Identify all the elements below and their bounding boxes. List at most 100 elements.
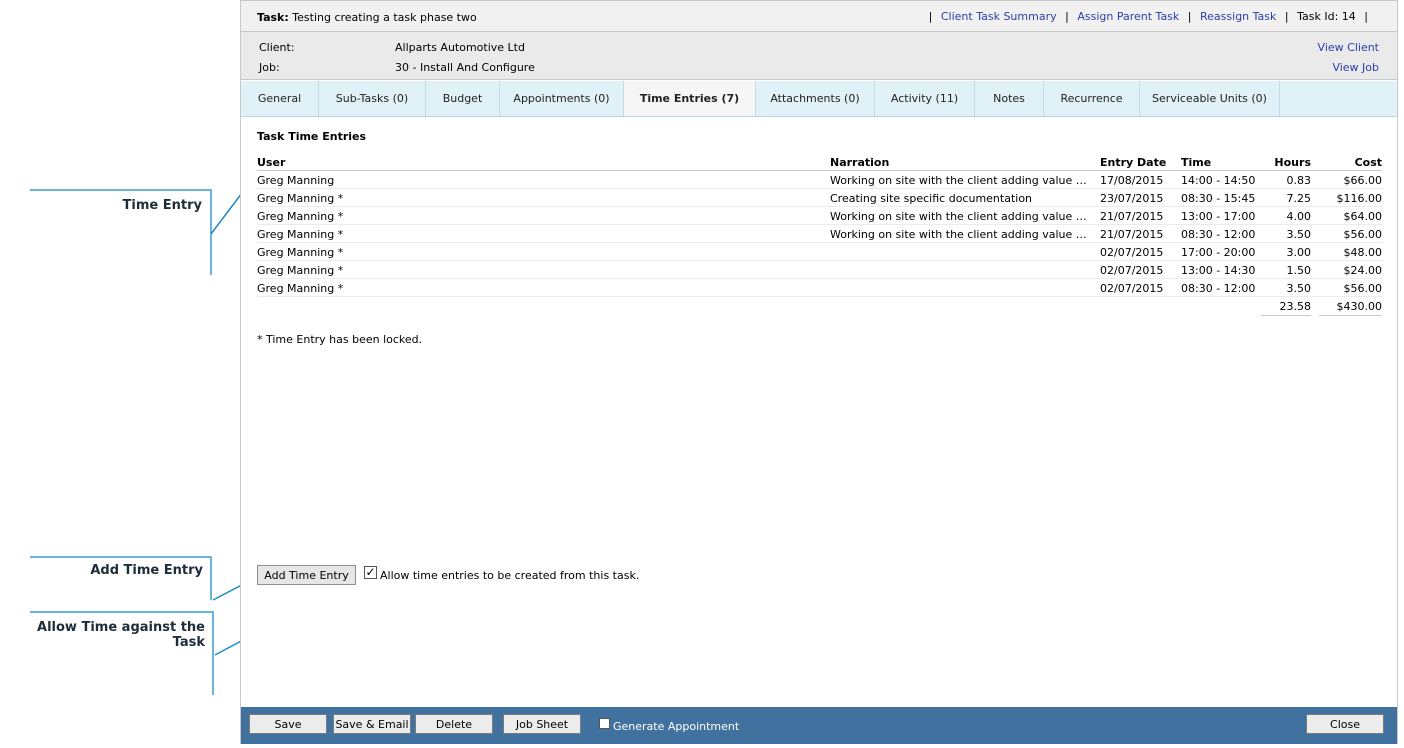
tab-appointments[interactable]: Appointments (0) xyxy=(500,81,624,116)
task-label: Task: xyxy=(257,11,289,24)
cell-date: 02/07/2015 xyxy=(1100,282,1164,295)
close-button[interactable]: Close xyxy=(1306,714,1384,734)
callout-add-time-entry: Add Time Entry xyxy=(90,563,203,578)
table-header-row: User Narration Entry Date Time Hours Cos… xyxy=(257,153,1382,171)
section-title: Task Time Entries xyxy=(257,130,367,143)
cell-time: 08:30 - 15:45 xyxy=(1181,192,1256,205)
cell-cost: $48.00 xyxy=(1343,246,1383,259)
table-row[interactable]: Greg Manning * 02/07/2015 13:00 - 14:30 … xyxy=(257,261,1382,279)
footer-bar: Save Save & Email Delete Job Sheet Gener… xyxy=(241,707,1397,744)
total-hours-underline xyxy=(1261,315,1311,316)
add-time-entry-button[interactable]: Add Time Entry xyxy=(257,565,356,585)
allow-time-entries-label: Allow time entries to be created from th… xyxy=(380,569,640,582)
tab-recurrence[interactable]: Recurrence xyxy=(1044,81,1140,116)
cell-date: 02/07/2015 xyxy=(1100,246,1164,259)
cell-time: 17:00 - 20:00 xyxy=(1181,246,1256,259)
cell-time: 08:30 - 12:00 xyxy=(1181,228,1256,241)
cell-user: Greg Manning * xyxy=(257,282,344,295)
cell-narration: Working on site with the client adding v… xyxy=(830,210,1090,223)
cell-cost: $56.00 xyxy=(1343,282,1383,295)
cell-hours: 3.00 xyxy=(1286,246,1312,259)
cell-cost: $64.00 xyxy=(1343,210,1383,223)
generate-appointment-checkbox[interactable] xyxy=(599,718,610,729)
table-row[interactable]: Greg Manning * 02/07/2015 08:30 - 12:00 … xyxy=(257,279,1382,297)
cell-hours: 1.50 xyxy=(1286,264,1312,277)
job-value: 30 - Install And Configure xyxy=(395,61,535,74)
task-window: Task: Testing creating a task phase two … xyxy=(240,0,1398,744)
job-label: Job: xyxy=(259,61,280,74)
col-cost: Cost xyxy=(1354,156,1382,169)
tab-general[interactable]: General xyxy=(241,81,319,116)
client-label: Client: xyxy=(259,41,295,54)
cell-date: 21/07/2015 xyxy=(1100,210,1164,223)
cell-cost: $116.00 xyxy=(1336,192,1383,205)
cell-user: Greg Manning * xyxy=(257,192,344,205)
task-id: Task Id: 14 xyxy=(1297,10,1356,23)
task-name: Testing creating a task phase two xyxy=(292,11,477,24)
col-entry-date: Entry Date xyxy=(1100,156,1167,169)
tab-activity[interactable]: Activity (11) xyxy=(875,81,975,116)
cell-time: 13:00 - 14:30 xyxy=(1181,264,1256,277)
cell-time: 13:00 - 17:00 xyxy=(1181,210,1256,223)
callout-time-entry: Time Entry xyxy=(122,198,202,213)
totals-row: 23.58 $430.00 xyxy=(257,297,1383,315)
col-user: User xyxy=(257,156,286,169)
tab-time-entries[interactable]: Time Entries (7) xyxy=(624,81,756,116)
col-time: Time xyxy=(1181,156,1212,169)
col-narration: Narration xyxy=(830,156,890,169)
tab-budget[interactable]: Budget xyxy=(426,81,500,116)
table-row[interactable]: Greg Manning * 02/07/2015 17:00 - 20:00 … xyxy=(257,243,1382,261)
cell-narration: Creating site specific documentation xyxy=(830,192,1033,205)
table-row[interactable]: Greg Manning * Working on site with the … xyxy=(257,225,1382,243)
generate-appointment-label: Generate Appointment xyxy=(613,720,740,733)
tab-serviceable-units[interactable]: Serviceable Units (0) xyxy=(1140,81,1280,116)
cell-date: 23/07/2015 xyxy=(1100,192,1164,205)
task-links: | Client Task Summary | Assign Parent Ta… xyxy=(928,10,1368,23)
save-email-button[interactable]: Save & Email xyxy=(333,714,411,734)
client-value: Allparts Automotive Ltd xyxy=(395,41,525,54)
save-button[interactable]: Save xyxy=(249,714,327,734)
cell-cost: $24.00 xyxy=(1343,264,1383,277)
view-job-link[interactable]: View Job xyxy=(1332,61,1379,74)
locked-note: * Time Entry has been locked. xyxy=(257,333,423,346)
cell-time: 14:00 - 14:50 xyxy=(1181,174,1256,187)
cell-narration: Working on site with the client adding v… xyxy=(830,228,1090,241)
client-task-summary-link[interactable]: Client Task Summary xyxy=(941,10,1057,23)
job-sheet-button[interactable]: Job Sheet xyxy=(503,714,581,734)
total-cost-underline xyxy=(1319,315,1382,316)
allow-time-entries-checkbox[interactable]: ✓ xyxy=(364,566,377,579)
table-row[interactable]: Greg Manning * Creating site specific do… xyxy=(257,189,1382,207)
cell-user: Greg Manning * xyxy=(257,264,344,277)
task-header: Task: Testing creating a task phase two … xyxy=(241,0,1397,32)
cell-hours: 7.25 xyxy=(1286,192,1312,205)
cell-user: Greg Manning * xyxy=(257,246,344,259)
callout-allow-time: Allow Time against the Task xyxy=(37,620,205,650)
tab-bar: General Sub-Tasks (0) Budget Appointment… xyxy=(241,81,1397,117)
cell-cost: $66.00 xyxy=(1343,174,1383,187)
total-cost: $430.00 xyxy=(1336,300,1383,313)
table-row[interactable]: Greg Manning Working on site with the cl… xyxy=(257,171,1382,189)
assign-parent-task-link[interactable]: Assign Parent Task xyxy=(1077,10,1179,23)
cell-cost: $56.00 xyxy=(1343,228,1383,241)
cell-date: 17/08/2015 xyxy=(1100,174,1164,187)
view-client-link[interactable]: View Client xyxy=(1318,41,1379,54)
col-hours: Hours xyxy=(1274,156,1311,169)
delete-button[interactable]: Delete xyxy=(415,714,493,734)
cell-hours: 4.00 xyxy=(1286,210,1312,223)
cell-hours: 3.50 xyxy=(1286,228,1312,241)
cell-date: 21/07/2015 xyxy=(1100,228,1164,241)
cell-date: 02/07/2015 xyxy=(1100,264,1164,277)
cell-user: Greg Manning * xyxy=(257,228,344,241)
client-job-block: Client: Allparts Automotive Ltd View Cli… xyxy=(241,32,1397,80)
tab-notes[interactable]: Notes xyxy=(975,81,1044,116)
cell-narration: Working on site with the client adding v… xyxy=(830,174,1090,187)
task-title: Task: Testing creating a task phase two xyxy=(257,11,477,24)
cell-hours: 0.83 xyxy=(1286,174,1312,187)
total-hours: 23.58 xyxy=(1279,300,1312,313)
cell-hours: 3.50 xyxy=(1286,282,1312,295)
cell-user: Greg Manning xyxy=(257,174,335,187)
table-row[interactable]: Greg Manning * Working on site with the … xyxy=(257,207,1382,225)
tab-sub-tasks[interactable]: Sub-Tasks (0) xyxy=(319,81,426,116)
tab-attachments[interactable]: Attachments (0) xyxy=(756,81,875,116)
reassign-task-link[interactable]: Reassign Task xyxy=(1200,10,1276,23)
